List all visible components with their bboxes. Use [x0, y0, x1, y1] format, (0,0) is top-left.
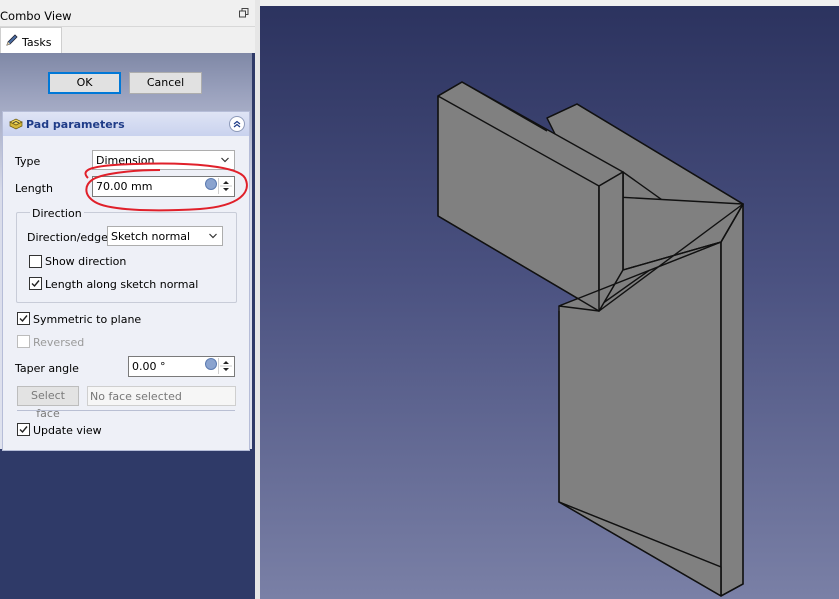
length-along-normal-label: Length along sketch normal — [45, 278, 199, 291]
length-spin-buttons[interactable] — [218, 178, 233, 194]
show-direction-checkbox[interactable] — [29, 255, 42, 268]
symmetric-checkbox[interactable] — [17, 312, 30, 325]
direction-edge-label: Direction/edge: — [27, 231, 112, 244]
tab-tasks-label: Tasks — [22, 36, 52, 49]
pencil-icon — [5, 33, 19, 47]
3d-viewport[interactable] — [260, 6, 839, 599]
symmetric-label: Symmetric to plane — [33, 313, 142, 326]
collapse-icon[interactable] — [229, 116, 245, 132]
combo-view-title: Combo View — [0, 9, 72, 23]
cancel-button[interactable]: Cancel — [129, 72, 202, 94]
tab-bar: Tasks — [0, 27, 255, 54]
face-field-value: No face selected — [90, 390, 182, 403]
taper-spin-buttons[interactable] — [218, 358, 233, 374]
length-value: 70.00 mm — [96, 180, 153, 193]
chevron-down-icon — [208, 231, 218, 241]
type-dropdown[interactable]: Dimension — [92, 150, 235, 170]
direction-legend: Direction — [30, 207, 84, 220]
float-window-icon[interactable] — [239, 8, 249, 18]
expression-icon[interactable] — [205, 358, 217, 370]
reversed-checkbox — [17, 335, 30, 348]
pad-icon — [9, 117, 23, 131]
combo-view-panel: Combo View Tasks OK Cancel Pad parameter… — [0, 0, 255, 599]
update-view-label: Update view — [33, 424, 102, 437]
pad-parameters-box: Pad parameters Type Dimension Length 70.… — [2, 111, 250, 451]
type-label: Type — [15, 155, 41, 168]
length-along-normal-checkbox[interactable] — [29, 277, 42, 290]
taper-angle-input[interactable]: 0.00 ° — [128, 356, 235, 377]
chevron-down-icon — [220, 155, 230, 165]
update-view-checkbox[interactable] — [17, 423, 30, 436]
select-face-button[interactable]: Select face — [17, 386, 79, 420]
length-label: Length — [15, 182, 53, 195]
separator — [17, 410, 235, 411]
tab-tasks[interactable]: Tasks — [0, 27, 62, 54]
ok-button[interactable]: OK — [48, 72, 121, 94]
taper-angle-value: 0.00 ° — [132, 360, 166, 373]
taper-angle-label: Taper angle — [15, 362, 79, 375]
direction-edge-dropdown[interactable]: Sketch normal — [107, 226, 223, 246]
face-field: No face selected — [87, 386, 236, 406]
pad-parameters-title: Pad parameters — [26, 118, 125, 131]
3d-model — [437, 81, 744, 597]
reversed-label: Reversed — [33, 336, 85, 349]
show-direction-label: Show direction — [45, 255, 127, 268]
length-input[interactable]: 70.00 mm — [92, 176, 235, 197]
combo-view-header: Combo View — [0, 0, 255, 27]
direction-edge-value: Sketch normal — [111, 230, 191, 243]
type-value: Dimension — [96, 154, 155, 167]
expression-icon[interactable] — [205, 178, 217, 190]
pad-parameters-header[interactable]: Pad parameters — [3, 112, 249, 136]
